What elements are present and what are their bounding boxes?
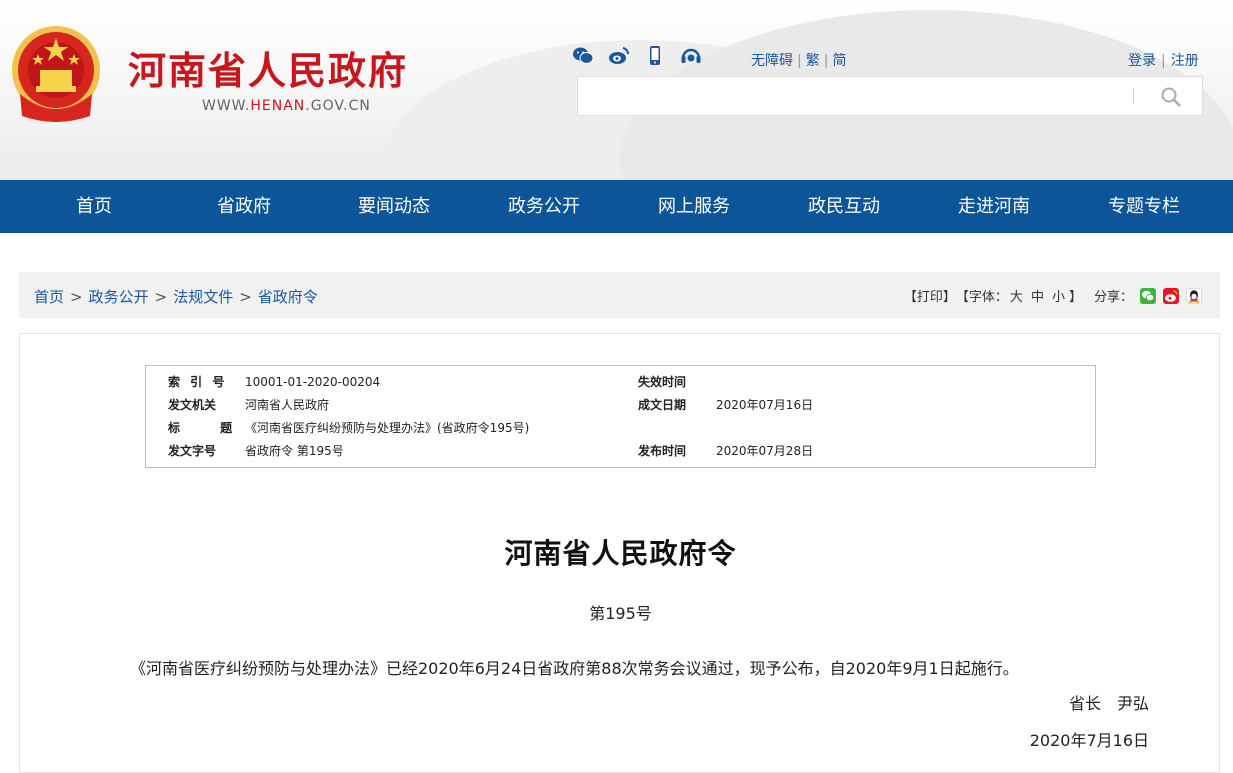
font-size-close: 】 <box>1068 290 1082 305</box>
font-medium-button[interactable]: 中 <box>1031 286 1044 305</box>
created-date-value: 2020年07月16日 <box>716 398 814 412</box>
accessibility-link[interactable]: 无障碍 <box>751 53 793 69</box>
publish-date-label: 发布时间 <box>638 444 687 458</box>
simplified-chinese-link[interactable]: 简 <box>832 53 846 69</box>
site-title[interactable]: 河南省人民政府 <box>128 40 408 95</box>
breadcrumb-public-affairs[interactable]: 政务公开 <box>89 288 149 306</box>
nav-item-news[interactable]: 要闻动态 <box>319 180 469 233</box>
social-links <box>572 46 702 66</box>
nav-item-online-services[interactable]: 网上服务 <box>619 180 769 233</box>
publish-date-value: 2020年07月28日 <box>716 444 814 458</box>
font-size-label: 【字体： <box>955 290 1008 305</box>
site-url: WWW.HENAN.GOV.CN <box>202 98 371 114</box>
meta-row: 标 题 《河南省医疗纠纷预防与处理办法》(省政府令195号) <box>146 417 1095 440</box>
meta-row: 发文字号 省政府令 第195号 发布时间 2020年07月28日 <box>146 440 1095 463</box>
breadcrumb-separator: > <box>239 288 252 306</box>
index-value: 10001-01-2020-00204 <box>245 375 381 389</box>
divider: | <box>797 53 802 69</box>
breadcrumb-separator: > <box>70 288 83 306</box>
issuer-label: 发文机关 <box>168 398 217 412</box>
document-number: 第195号 <box>589 604 652 623</box>
accessibility-links: 无障碍 | 繁 | 简 <box>751 50 846 70</box>
index-label: 索 引 号 <box>168 375 228 389</box>
breadcrumb-home[interactable]: 首页 <box>34 288 64 306</box>
nav-item-about-henan[interactable]: 走进河南 <box>919 180 1069 233</box>
search-input[interactable] <box>588 78 1132 116</box>
title-value: 《河南省医疗纠纷预防与处理办法》(省政府令195号) <box>245 421 530 435</box>
document-metadata-table: 索 引 号 10001-01-2020-00204 失效时间 发文机关 河南省人… <box>145 365 1096 468</box>
created-date-label: 成文日期 <box>638 398 687 412</box>
share-wechat-icon[interactable] <box>1140 287 1156 304</box>
register-link[interactable]: 注册 <box>1171 53 1199 69</box>
nav-item-special-topics[interactable]: 专题专栏 <box>1069 180 1219 233</box>
breadcrumb-government-orders[interactable]: 省政府令 <box>258 288 318 306</box>
document-title: 河南省人民政府令 <box>504 537 737 570</box>
divider: | <box>1161 53 1166 69</box>
account-links: 登录 | 注册 <box>1128 50 1199 70</box>
search-box <box>577 76 1203 116</box>
wechat-icon[interactable] <box>572 46 594 66</box>
document-number-value: 省政府令 第195号 <box>245 444 344 458</box>
nav-item-interaction[interactable]: 政民互动 <box>769 180 919 233</box>
breadcrumb-bar: 首页 > 政务公开 > 法规文件 > 省政府令 【打印】 【字体： 大 中 小 】 分享： <box>19 272 1220 318</box>
main-nav: 首页 省政府 要闻动态 政务公开 网上服务 政民互动 走进河南 专题专栏 <box>0 180 1233 233</box>
weibo-icon[interactable] <box>608 46 630 66</box>
search-divider <box>1133 89 1134 103</box>
login-link[interactable]: 登录 <box>1128 53 1156 69</box>
breadcrumb: 首页 > 政务公开 > 法规文件 > 省政府令 <box>34 286 318 307</box>
nav-item-home[interactable]: 首页 <box>19 180 169 233</box>
share-weibo-icon[interactable] <box>1163 287 1179 304</box>
issuer-value: 河南省人民政府 <box>245 398 330 412</box>
page-tools: 【打印】 【字体： 大 中 小 】 分享： <box>904 286 1202 305</box>
document-signature: 省长 尹弘 <box>1068 694 1149 713</box>
site-url-highlight: HENAN <box>250 98 306 114</box>
search-icon[interactable] <box>1160 86 1182 108</box>
document-body: 《河南省医疗纠纷预防与处理办法》已经2020年6月24日省政府第88次常务会议通… <box>130 659 1019 678</box>
document-number-label: 发文字号 <box>168 444 217 458</box>
breadcrumb-regulations[interactable]: 法规文件 <box>173 288 233 306</box>
mobile-icon[interactable] <box>644 46 666 66</box>
site-header: 河南省人民政府 WWW.HENAN.GOV.CN 无障碍 | 繁 | 简 登录 | 注册 <box>0 0 1233 180</box>
share-label: 分享： <box>1093 290 1133 305</box>
nav-item-public-affairs[interactable]: 政务公开 <box>469 180 619 233</box>
print-button[interactable]: 【打印】 <box>904 286 956 305</box>
title-label: 标 题 <box>168 421 251 435</box>
national-emblem-logo[interactable] <box>10 24 102 122</box>
font-large-button[interactable]: 大 <box>1010 286 1023 305</box>
article-content: 索 引 号 10001-01-2020-00204 失效时间 发文机关 河南省人… <box>19 333 1220 773</box>
site-url-suffix: .GOV.CN <box>305 98 371 114</box>
meta-row: 索 引 号 10001-01-2020-00204 失效时间 <box>146 371 1095 394</box>
share-qq-icon[interactable] <box>1186 287 1202 304</box>
service-icon[interactable] <box>680 46 702 66</box>
breadcrumb-separator: > <box>154 288 168 306</box>
divider: | <box>823 53 829 69</box>
site-url-prefix: WWW. <box>202 98 251 114</box>
meta-row: 发文机关 河南省人民政府 成文日期 2020年07月16日 <box>146 394 1095 417</box>
traditional-chinese-link[interactable]: 繁 <box>806 53 820 69</box>
font-small-button[interactable]: 小 <box>1052 286 1065 305</box>
document-date: 2020年7月16日 <box>1029 731 1149 750</box>
expire-label: 失效时间 <box>638 375 687 389</box>
nav-item-government[interactable]: 省政府 <box>169 180 319 233</box>
